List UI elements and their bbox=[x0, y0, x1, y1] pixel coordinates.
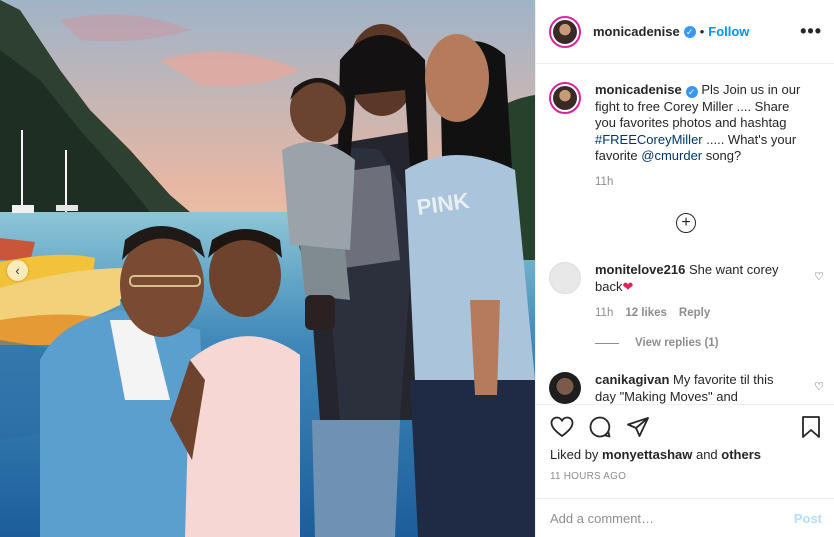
post-side-panel: monicadenise ✓ • Follow ••• monicadenise… bbox=[535, 0, 834, 537]
post-photo[interactable]: PINK ‹ bbox=[0, 0, 535, 537]
share-paper-plane-icon[interactable] bbox=[626, 415, 650, 439]
family-photo-image: PINK bbox=[0, 0, 535, 537]
author-username[interactable]: monicadenise bbox=[593, 24, 680, 39]
view-replies-button[interactable]: View replies (1) bbox=[595, 337, 719, 349]
load-more-comments-icon[interactable]: + bbox=[676, 213, 696, 233]
more-options-icon[interactable]: ••• bbox=[800, 21, 822, 42]
caption-text-3: song? bbox=[702, 148, 742, 163]
comments-area[interactable]: monicadenise ✓ Pls Join us in our fight t… bbox=[536, 64, 834, 404]
liked-by-mid: and bbox=[692, 447, 722, 462]
like-heart-icon[interactable] bbox=[550, 416, 574, 438]
view-replies-label: View replies (1) bbox=[635, 337, 719, 349]
caption-hashtag-link[interactable]: #FREECoreyMiller bbox=[595, 132, 703, 147]
caption-mention-link[interactable]: @cmurder bbox=[641, 148, 702, 163]
comment-meta: 11h 12 likes Reply bbox=[595, 305, 795, 322]
replies-line bbox=[595, 342, 619, 344]
comment-username[interactable]: monitelove216 bbox=[595, 262, 685, 277]
caption: monicadenise ✓ Pls Join us in our fight t… bbox=[536, 64, 834, 190]
caption-avatar-image bbox=[553, 86, 577, 110]
separator-dot: • bbox=[699, 24, 705, 39]
author-avatar[interactable] bbox=[549, 15, 581, 48]
action-icons bbox=[550, 413, 822, 441]
reply-button[interactable]: Reply bbox=[679, 307, 710, 319]
comment-time[interactable]: 11h bbox=[595, 307, 613, 319]
comment-body: monitelove216 She want corey back❤ 11h 12… bbox=[595, 262, 795, 322]
verified-badge-icon: ✓ bbox=[683, 25, 696, 38]
liked-by-user-link[interactable]: monyettashaw bbox=[602, 447, 692, 462]
post-comment-button[interactable]: Post bbox=[794, 511, 822, 526]
caption-time[interactable]: 11h bbox=[595, 174, 810, 191]
save-bookmark-icon[interactable] bbox=[800, 415, 822, 439]
commenter-avatar[interactable] bbox=[549, 262, 581, 294]
post-timestamp[interactable]: 11 HOURS AGO bbox=[550, 471, 822, 482]
follow-button[interactable]: Follow bbox=[708, 24, 749, 39]
comment-item: monitelove216 She want corey back❤ 11h 12… bbox=[549, 262, 824, 322]
heart-emoji: ❤ bbox=[622, 278, 634, 294]
caption-username[interactable]: monicadenise bbox=[595, 82, 682, 97]
post-header: monicadenise ✓ • Follow ••• bbox=[536, 0, 834, 64]
add-comment-input[interactable]: Add a comment… bbox=[550, 511, 654, 526]
caption-verified-icon: ✓ bbox=[685, 86, 698, 98]
add-comment-bar: Add a comment… Post bbox=[536, 498, 834, 537]
comment-username[interactable]: canikagivan bbox=[595, 372, 669, 387]
liked-by-others-link[interactable]: others bbox=[721, 447, 761, 462]
caption-avatar[interactable] bbox=[549, 82, 581, 114]
author-avatar-image bbox=[553, 19, 577, 44]
commenter-avatar[interactable] bbox=[549, 372, 581, 404]
comment-body: canikagivan My favorite til this day "Ma… bbox=[595, 372, 795, 404]
carousel-prev-button[interactable]: ‹ bbox=[7, 260, 28, 281]
liked-by: Liked by monyettashaw and others bbox=[550, 447, 822, 462]
liked-by-prefix: Liked by bbox=[550, 447, 603, 462]
comment-item: canikagivan My favorite til this day "Ma… bbox=[549, 372, 824, 404]
comment-likes[interactable]: 12 likes bbox=[625, 307, 667, 319]
post-actions: Liked by monyettashaw and others 11 HOUR… bbox=[536, 404, 834, 498]
caption-body: monicadenise ✓ Pls Join us in our fight t… bbox=[595, 82, 810, 190]
like-comment-heart-icon[interactable]: ♡ bbox=[814, 380, 824, 393]
like-comment-heart-icon[interactable]: ♡ bbox=[814, 270, 824, 283]
instagram-post: PINK ‹ monicadenise ✓ • Follow ••• monic… bbox=[0, 0, 834, 537]
comment-bubble-icon[interactable] bbox=[588, 415, 612, 439]
